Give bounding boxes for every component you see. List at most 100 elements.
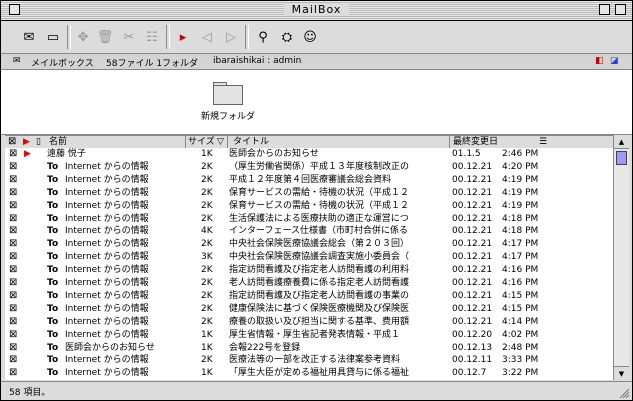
message-date: 00.12.11	[452, 355, 493, 366]
message-row[interactable]: ⊠ To Internet からの情報 1K 厚生省情報・厚生省記者発表情報・平成１ 00…	[5, 329, 613, 342]
message-row[interactable]: ⊠ To Internet からの情報 2K 老人訪問看護療養費に係る指定老人訪問看護 0…	[5, 277, 613, 290]
filter-icon[interactable]: ☷	[142, 27, 162, 47]
sender-name: Internet からの情報	[65, 316, 149, 327]
message-title: （厚生労働省関係）平成１３年度核制改正の	[229, 161, 410, 172]
message-size: 1K	[201, 149, 213, 159]
folder-pane: 新規フォルダ	[1, 70, 632, 135]
message-row[interactable]: ⊠ To Internet からの情報 1K 「厚生大臣が定める福祉用具貸与に係る福祉 0…	[5, 367, 613, 380]
prev-icon[interactable]: ◁	[197, 27, 217, 47]
sender-name: Internet からの情報	[65, 226, 149, 237]
message-time: 4:17 PM	[502, 239, 539, 250]
envelope-icon: ⊠	[9, 212, 18, 224]
status-bar: 58 項目。	[1, 381, 632, 400]
title-bar[interactable]: MailBox	[1, 1, 632, 21]
message-row[interactable]: ⊠ To Internet からの情報 2K 生活保護法による医療扶助の適正な運営につ 0…	[5, 213, 613, 226]
message-row[interactable]: ⊠ To Internet からの情報 4K インターフェース仕様書（市町村合併に係る 0…	[5, 225, 613, 238]
new-folder[interactable]: 新規フォルダ	[201, 82, 255, 122]
to-label: To	[47, 187, 59, 198]
message-row[interactable]: ⊠ To Internet からの情報 2K 中央社会保険医療協議会総会（第２０３回） 0…	[5, 238, 613, 251]
flag-icon: ▶	[24, 149, 31, 159]
scroll-down-icon[interactable]: ▼	[614, 366, 629, 380]
view-mode-icon[interactable]: ◪	[610, 56, 619, 66]
message-date: 00.12.21	[452, 290, 493, 301]
message-size: 1K	[201, 329, 213, 340]
resize-grip-icon[interactable]	[618, 387, 630, 399]
zoom-box-icon[interactable]	[599, 4, 610, 15]
to-label: To	[47, 342, 59, 353]
forward-icon[interactable]: ✥	[73, 27, 93, 47]
column-size[interactable]: サイズ	[188, 136, 215, 148]
message-title: 健康保険法に基づく保険医療機関及び保険医	[229, 303, 410, 314]
message-title: インターフェース仕様書（市町村合併に係る	[229, 226, 409, 237]
message-date: 00.12.21	[452, 239, 493, 250]
envelope-icon: ⊠	[9, 302, 18, 314]
message-row[interactable]: ⊠ To Internet からの情報 2K 平成１２年度第４回医療審議会総会資料 00.…	[5, 174, 613, 187]
collapse-box-icon[interactable]	[615, 4, 626, 15]
to-label: To	[47, 329, 59, 340]
message-row[interactable]: ⊠ To Internet からの情報 2K 指定訪問看護及び指定老人訪問看護の事業の 0…	[5, 290, 613, 303]
message-date: 00.12.21	[452, 252, 493, 263]
sender-name: 遠藤 悦子	[47, 149, 86, 159]
user-info-icon[interactable]: ☺	[300, 27, 320, 47]
message-row[interactable]: ⊠ To Internet からの情報 2K 保育サービスの需給・待機の状況（平成１２ 0…	[5, 200, 613, 213]
message-size: 2K	[201, 213, 213, 224]
message-time: 4:19 PM	[502, 200, 539, 211]
to-label: To	[47, 226, 59, 237]
message-size: 1K	[201, 368, 213, 379]
message-row[interactable]: ⊠ ▶ 遠藤 悦子 1K 医師会からのお知らせ 01.1.5 2:46 PM	[5, 148, 613, 161]
message-row[interactable]: ⊠ To Internet からの情報 2K 指定訪問看護及び指定老人訪問看護の利用料 0…	[5, 264, 613, 277]
sort-icon[interactable]: ✂	[119, 27, 139, 47]
sort-direction-icon[interactable]: ▽	[217, 136, 224, 148]
sender-name: Internet からの情報	[65, 213, 149, 224]
message-date: 00.12.21	[452, 303, 493, 314]
message-date: 00.12.7	[452, 368, 487, 379]
message-row[interactable]: ⊠ To Internet からの情報 2K 保育サービスの需給・待機の状況（平成１２ 0…	[5, 187, 613, 200]
message-size: 4K	[201, 226, 213, 237]
next-icon[interactable]: ▷	[221, 27, 241, 47]
column-title[interactable]: タイトル	[233, 136, 269, 148]
column-attach-icon[interactable]: ▯	[36, 136, 41, 148]
message-row[interactable]: ⊠ To Internet からの情報 2K 健康保険法に基づく保険医療機関及び保険医 0…	[5, 303, 613, 316]
toolbar-divider	[245, 25, 249, 49]
status-text: 58 項目。	[9, 388, 51, 398]
search-icon[interactable]: ⚲	[253, 27, 273, 47]
message-title: 厚生省情報・厚生省記者発表情報・平成１	[229, 329, 401, 340]
column-flag-icon[interactable]: ▶	[23, 136, 30, 148]
column-header: ⊠ ▶ ▯ 名前 サイズ ▽ タイトル 最終変更日 ☰	[5, 135, 613, 149]
message-title: 指定訪問看護及び指定老人訪問看護の事業の	[229, 290, 410, 301]
message-date: 00.12.21	[452, 161, 493, 172]
column-name[interactable]: 名前	[49, 136, 67, 148]
to-label: To	[47, 355, 59, 366]
column-read-icon[interactable]: ⊠	[8, 136, 16, 148]
message-row[interactable]: ⊠ To Internet からの情報 3K 中央社会保険医療協議会調査実施小委員会（ 0…	[5, 251, 613, 264]
folder-icon[interactable]: ▭	[43, 27, 63, 47]
message-date: 01.1.5	[452, 149, 481, 159]
sender-name: Internet からの情報	[65, 303, 149, 314]
message-size: 2K	[201, 290, 213, 301]
user-icon[interactable]: ⛭	[277, 27, 297, 47]
message-time: 4:19 PM	[502, 187, 539, 198]
trash-icon[interactable]: 🗑	[95, 27, 115, 47]
message-date: 00.12.21	[452, 200, 493, 211]
message-row[interactable]: ⊠ To 医師会からのお知らせ 1K 会報222号を登録 00.12.13 2:48 PM	[5, 342, 613, 355]
vertical-scrollbar[interactable]: ▲ ▼	[613, 135, 629, 380]
sender-name: Internet からの情報	[65, 355, 149, 366]
close-box-icon[interactable]	[9, 4, 20, 15]
message-row[interactable]: ⊠ To Internet からの情報 2K 医療法等の一部を改正する法律案参考資料 00…	[5, 354, 613, 367]
message-date: 00.12.21	[452, 316, 493, 327]
message-time: 4:16 PM	[502, 278, 539, 288]
sender-name: Internet からの情報	[65, 265, 149, 276]
column-menu-icon[interactable]: ☰	[539, 136, 547, 148]
message-row[interactable]: ⊠ To Internet からの情報 2K （厚生労働省関係）平成１３年度核制改正の 0…	[5, 161, 613, 174]
scroll-up-icon[interactable]: ▲	[614, 135, 629, 149]
sender-name: Internet からの情報	[65, 161, 149, 172]
message-date: 00.12.20	[452, 329, 493, 340]
scroll-thumb[interactable]	[616, 151, 627, 165]
message-row[interactable]: ⊠ To Internet からの情報 2K 療養の取扱い及び担当に関する基準、费用額 0…	[5, 316, 613, 329]
flag-arrow-icon[interactable]: ▸	[173, 27, 193, 47]
view-options-icon[interactable]: ◧	[595, 56, 604, 66]
column-date[interactable]: 最終変更日	[453, 136, 498, 148]
compose-icon[interactable]: ✉	[19, 27, 39, 47]
message-title: 中央社会保険医療協議会調査実施小委員会（	[229, 252, 410, 263]
to-label: To	[47, 252, 59, 263]
